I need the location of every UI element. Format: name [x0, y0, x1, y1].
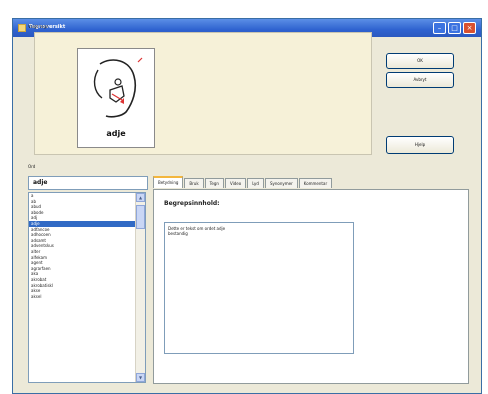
- ok-button[interactable]: OK: [386, 53, 454, 69]
- sign-preview-area: adje: [34, 32, 372, 155]
- tab-tegn[interactable]: Tegn: [204, 178, 224, 188]
- cancel-button[interactable]: Avbryt: [386, 72, 454, 88]
- list-scrollbar[interactable]: ▲ ▼: [135, 193, 145, 382]
- minimize-icon[interactable]: –: [433, 22, 446, 34]
- window-controls: – □ ×: [433, 22, 476, 34]
- tab-video[interactable]: Video: [224, 178, 247, 188]
- app-icon: [18, 24, 26, 32]
- preview-caption: Valgt tegn: [28, 24, 49, 29]
- scroll-up-icon[interactable]: ▲: [136, 193, 145, 202]
- word-list[interactable]: a ab abud abode adj adje adfancoe adhocoen adsam…: [28, 192, 146, 383]
- sign-illustration-icon: [93, 57, 143, 118]
- tab-synonymer[interactable]: Synonymer: [264, 178, 298, 188]
- tab-panel-betydning: Begrepsinnhold: Dette er tekst om ordet …: [153, 189, 469, 384]
- word-search-input[interactable]: adje: [28, 176, 148, 190]
- panel-title: Begrepsinnhold:: [164, 200, 220, 207]
- sign-word: adje: [106, 129, 126, 138]
- tab-lyd[interactable]: Lyd: [247, 178, 264, 188]
- maximize-icon[interactable]: □: [448, 22, 461, 34]
- close-icon[interactable]: ×: [463, 22, 476, 34]
- tab-bruk[interactable]: Bruk: [184, 178, 204, 188]
- word-list-caption: Ord: [28, 164, 36, 169]
- meaning-textarea[interactable]: Dette er tekst om ordet adje bestandig: [164, 222, 354, 354]
- list-item[interactable]: aksel: [29, 294, 145, 300]
- tab-strip: Betydning Bruk Tegn Video Lyd Synonymer Kommen…: [153, 176, 333, 188]
- text-line: bestandig: [168, 231, 188, 236]
- tab-betydning[interactable]: Betydning: [153, 176, 184, 188]
- scroll-thumb[interactable]: [136, 205, 145, 229]
- scroll-down-icon[interactable]: ▼: [136, 373, 145, 382]
- tab-kommentar[interactable]: Kommentar: [298, 178, 333, 188]
- help-button[interactable]: Hjelp: [386, 136, 454, 154]
- sign-card: adje: [77, 48, 155, 148]
